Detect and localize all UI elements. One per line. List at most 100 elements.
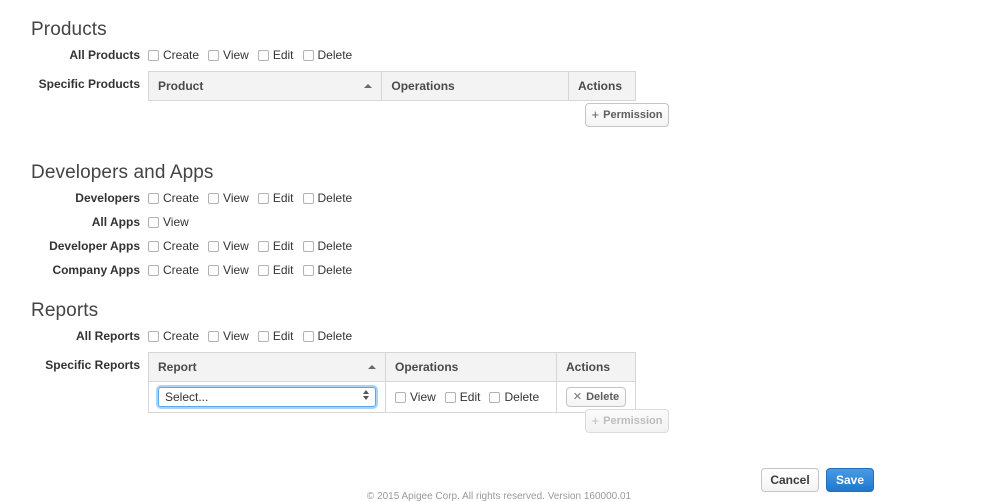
checkbox-box-icon[interactable] xyxy=(444,391,456,403)
checkbox-box-icon[interactable] xyxy=(148,49,159,61)
table-specific-reports: Report Operations Actions Select... View… xyxy=(148,352,636,413)
checkbox-box-icon[interactable] xyxy=(302,240,314,252)
checkbox-report-view[interactable]: View xyxy=(395,390,436,404)
select-stepper-arrows-icon[interactable] xyxy=(363,390,370,404)
checkbox-developers-edit[interactable]: Edit xyxy=(257,191,294,205)
checkbox-label: Edit xyxy=(272,329,294,343)
checkbox-label: Create xyxy=(163,263,200,277)
checkbox-box-icon[interactable] xyxy=(208,192,220,204)
checkbox-all-products-view[interactable]: View xyxy=(208,48,249,62)
save-button-label: Save xyxy=(835,473,865,487)
checkbox-developer-apps-create[interactable]: Create xyxy=(148,239,199,253)
checkbox-all-apps-view[interactable]: View xyxy=(148,215,189,229)
column-header-operations[interactable]: Operations xyxy=(381,71,569,101)
checkbox-company-apps-delete[interactable]: Delete xyxy=(302,263,352,277)
checkbox-box-icon[interactable] xyxy=(257,240,269,252)
checkbox-label: Create xyxy=(163,48,200,62)
checkbox-developers-create[interactable]: Create xyxy=(148,191,199,205)
checkbox-developer-apps-delete[interactable]: Delete xyxy=(302,239,352,253)
delete-row-label: Delete xyxy=(586,391,620,403)
add-permission-label: Permission xyxy=(603,415,663,427)
copyright-text: © 2015 Apigee Corp. All rights reserved.… xyxy=(366,491,632,502)
checkbox-developers-delete[interactable]: Delete xyxy=(302,191,353,205)
delete-row-button[interactable]: ✕ Delete xyxy=(566,387,626,407)
section-title-reports: Reports xyxy=(31,300,99,321)
checkbox-box-icon[interactable] xyxy=(208,330,220,342)
row-developers: Developers Create View Edit Delete xyxy=(0,190,352,206)
checkbox-box-icon[interactable] xyxy=(208,49,220,61)
column-header-actions[interactable]: Actions xyxy=(568,71,636,101)
checkbox-report-edit[interactable]: Edit xyxy=(444,390,481,404)
checkbox-label: Edit xyxy=(272,263,294,277)
row-specific-products: Specific Products Product Operations Act… xyxy=(0,71,636,101)
checkbox-box-icon[interactable] xyxy=(302,330,314,342)
checkbox-box-icon[interactable] xyxy=(257,264,269,276)
checkbox-box-icon[interactable] xyxy=(208,240,220,252)
checkbox-developer-apps-edit[interactable]: Edit xyxy=(257,239,294,253)
cell-report-actions: ✕ Delete xyxy=(556,381,636,413)
sort-ascending-icon[interactable] xyxy=(364,84,373,88)
checkbox-all-reports-delete[interactable]: Delete xyxy=(302,329,353,343)
report-select[interactable]: Select... xyxy=(158,387,376,407)
column-header-report[interactable]: Report xyxy=(148,352,386,382)
checkbox-box-icon[interactable] xyxy=(302,49,314,61)
checkbox-company-apps-view[interactable]: View xyxy=(208,263,249,277)
checkbox-label: Delete xyxy=(317,329,353,343)
checkbox-box-icon[interactable] xyxy=(257,330,269,342)
checkbox-box-icon[interactable] xyxy=(257,49,269,61)
checkbox-box-icon[interactable] xyxy=(489,391,501,403)
checkbox-all-products-create[interactable]: Create xyxy=(148,48,199,62)
cell-report-operations: View Edit Delete xyxy=(385,381,557,413)
checkbox-all-reports-view[interactable]: View xyxy=(208,329,249,343)
checkbox-box-icon[interactable] xyxy=(148,216,159,228)
checkbox-label: Edit xyxy=(459,390,481,404)
sort-ascending-icon[interactable] xyxy=(368,365,376,369)
checkbox-label: Edit xyxy=(272,48,294,62)
checkbox-developers-view[interactable]: View xyxy=(208,191,249,205)
checkbox-box-icon[interactable] xyxy=(302,264,314,276)
checkbox-all-reports-create[interactable]: Create xyxy=(148,329,199,343)
label-specific-products: Specific Products xyxy=(38,77,140,91)
checkbox-label: Edit xyxy=(272,239,294,253)
section-developers-and-apps: Developers and Apps xyxy=(31,162,214,184)
checkbox-company-apps-edit[interactable]: Edit xyxy=(257,263,294,277)
checkbox-all-reports-edit[interactable]: Edit xyxy=(257,329,294,343)
checkbox-all-products-edit[interactable]: Edit xyxy=(257,48,294,62)
row-all-products: All Products Create View Edit Delete xyxy=(0,47,352,63)
column-header-product[interactable]: Product xyxy=(148,71,383,101)
checkbox-box-icon[interactable] xyxy=(208,264,220,276)
save-button[interactable]: Save xyxy=(826,468,874,492)
cell-report-select: Select... xyxy=(148,381,386,413)
checkbox-box-icon[interactable] xyxy=(395,391,406,403)
checkbox-label: Delete xyxy=(317,191,353,205)
permissions-form-page: Products All Products Create View Edit D… xyxy=(0,0,998,502)
checkbox-box-icon[interactable] xyxy=(302,192,314,204)
section-products: Products xyxy=(31,19,107,41)
section-title-developers-and-apps: Developers and Apps xyxy=(31,162,214,183)
checkbox-box-icon[interactable] xyxy=(148,330,159,342)
label-developers: Developers xyxy=(75,191,140,205)
checkbox-box-icon[interactable] xyxy=(148,192,159,204)
checkbox-company-apps-create[interactable]: Create xyxy=(148,263,199,277)
checkbox-box-icon[interactable] xyxy=(257,192,269,204)
row-all-reports: All Reports Create View Edit Delete xyxy=(0,328,352,344)
checkbox-label: View xyxy=(410,390,436,404)
add-permission-button-reports[interactable]: + Permission xyxy=(585,409,669,433)
checkbox-group-all-products: Create View Edit Delete xyxy=(148,47,352,63)
checkbox-developer-apps-view[interactable]: View xyxy=(208,239,249,253)
column-header-actions[interactable]: Actions xyxy=(556,352,636,382)
label-company-apps: Company Apps xyxy=(52,263,140,277)
checkbox-group-developer-apps: Create View Edit Delete xyxy=(148,238,352,254)
column-header-operations[interactable]: Operations xyxy=(385,352,557,382)
cancel-button-label: Cancel xyxy=(770,473,810,487)
cancel-button[interactable]: Cancel xyxy=(761,468,819,492)
checkbox-label: View xyxy=(223,239,249,253)
checkbox-box-icon[interactable] xyxy=(148,240,159,252)
plus-icon: + xyxy=(591,413,600,428)
add-permission-button-products[interactable]: + Permission xyxy=(585,103,669,127)
checkbox-all-products-delete[interactable]: Delete xyxy=(302,48,352,62)
checkbox-label: View xyxy=(163,215,189,229)
checkbox-box-icon[interactable] xyxy=(148,264,159,276)
checkbox-report-delete[interactable]: Delete xyxy=(489,390,539,404)
label-all-reports: All Reports xyxy=(75,329,140,343)
